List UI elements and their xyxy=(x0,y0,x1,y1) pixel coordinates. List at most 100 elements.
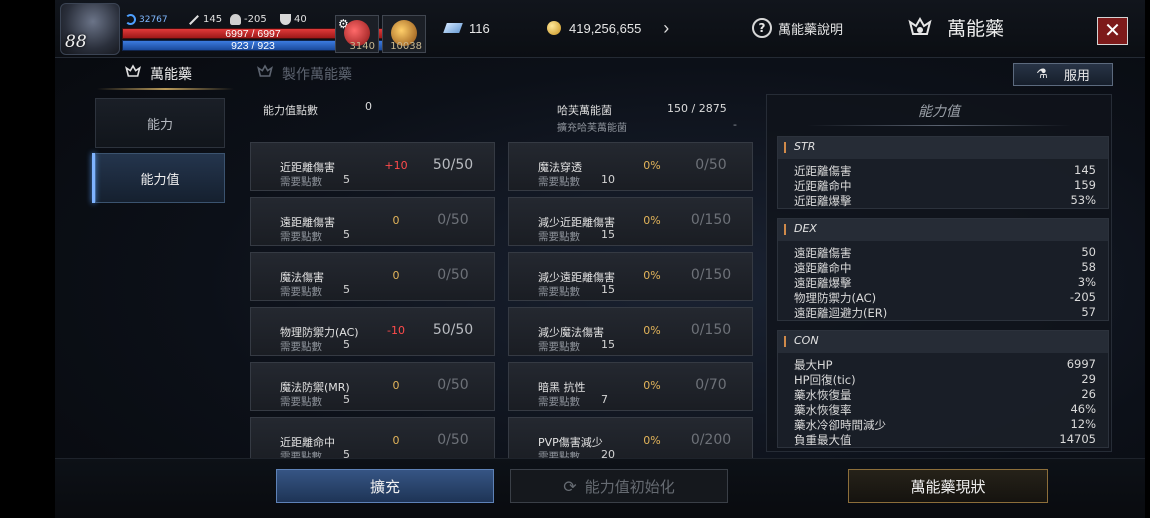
reset-stats-button[interactable]: ⟳ 能力值初始化 xyxy=(510,469,728,503)
stat-bonus: 0% xyxy=(643,324,661,337)
stat-row: 遠距離迴避力(ER) 57 xyxy=(794,305,1096,320)
stat-card[interactable]: 暗黑 抗性 需要點數 7 0% 0/70 xyxy=(508,362,753,411)
stat-name: 遠距離傷害 xyxy=(280,216,335,229)
tab-row: 萬能藥 製作萬能藥 ⚗ 服用 xyxy=(55,60,1145,90)
tab-craft-elixir[interactable]: 製作萬能藥 xyxy=(255,64,352,84)
stat-name: 近距離傷害 xyxy=(280,161,335,174)
chevron-right-icon[interactable]: › xyxy=(663,18,669,39)
required-points-value: 5 xyxy=(343,283,350,296)
help-button[interactable]: ? 萬能藥說明 xyxy=(752,18,843,38)
use-button[interactable]: ⚗ 服用 xyxy=(1013,63,1113,86)
swirl-icon xyxy=(125,14,136,25)
stat-name: 魔法防禦(MR) xyxy=(280,381,350,394)
close-button[interactable]: ✕ xyxy=(1097,17,1128,45)
section-name: DEX xyxy=(794,222,817,235)
expand-label: 哈芙萬能菌 xyxy=(557,104,612,117)
stat-progress: 50/50 xyxy=(432,322,474,338)
section-name: STR xyxy=(794,140,816,153)
craft-icon xyxy=(255,64,275,84)
expand-sub-value: - xyxy=(733,118,737,131)
nav-stats[interactable]: 能力值 xyxy=(92,153,225,203)
tab-elixir[interactable]: 萬能藥 xyxy=(123,64,192,84)
stat-progress: 50/50 xyxy=(432,157,474,173)
stat-section: DEX 遠距離傷害 50 遠距離命中 58 遠距離爆擊 3% 物理防禦力(AC) -205 遠距離… xyxy=(777,218,1109,321)
stat-card[interactable]: 減少近距離傷害 需要點數 15 0% 0/150 xyxy=(508,197,753,246)
stat-value: 29 xyxy=(1081,372,1096,386)
stat-value: -205 xyxy=(1069,290,1096,304)
right-letterbox xyxy=(1145,0,1150,518)
stat-bonus: 0 xyxy=(392,379,400,392)
stat-name: PVP傷害減少 xyxy=(538,436,603,449)
stat-key: 藥水冷卻時間減少 xyxy=(794,418,886,432)
stat-card[interactable]: 魔法傷害需要點數 5 0 0/50 xyxy=(250,252,495,301)
stat-progress: 0/50 xyxy=(437,267,469,283)
required-points-label: 需要點數 xyxy=(538,286,580,298)
stat-bonus: 0 xyxy=(392,269,400,282)
stat-card[interactable]: 減少遠距離傷害 需要點數 15 0% 0/150 xyxy=(508,252,753,301)
elixir-crest-icon xyxy=(907,16,933,40)
stat-row: 近距離傷害 145 xyxy=(794,163,1096,178)
stat-card[interactable]: 近距離傷害 需要點數 5 +10 50/50 xyxy=(250,142,495,191)
stat-card[interactable]: 魔法穿透 需要點數 10 0% 0/50 xyxy=(508,142,753,191)
stat-progress: 0/150 xyxy=(690,212,732,228)
required-points-label: 需要點數 xyxy=(280,396,322,408)
stat-key: 近距離爆擊 xyxy=(794,194,852,208)
stat-row: 近距離爆擊 53% xyxy=(794,193,1096,208)
stat-row: 負重最大值 14705 xyxy=(794,432,1096,447)
question-icon: ? xyxy=(752,18,772,38)
stat-card[interactable]: 減少魔法傷害 需要點數 15 0% 0/150 xyxy=(508,307,753,356)
stat-key: HP回復(tic) xyxy=(794,373,856,387)
required-points-value: 5 xyxy=(343,173,350,186)
stat-card[interactable]: 遠距離傷害 需要點數 5 0 0/50 xyxy=(250,197,495,246)
quick-slot-potion[interactable]: ⚙ 3140 xyxy=(335,15,379,53)
stat-value: 159 xyxy=(1074,178,1096,192)
sword-icon xyxy=(189,14,199,25)
stat-name: 魔法傷害 xyxy=(280,271,324,284)
stat-row: HP回復(tic) 29 xyxy=(794,372,1096,387)
section-header: DEX xyxy=(778,219,1108,241)
stat-key: 遠距離傷害 xyxy=(794,246,852,260)
helmet-icon xyxy=(230,14,241,25)
quick-slot-pouch[interactable]: 10038 xyxy=(382,15,426,53)
required-points-value: 5 xyxy=(343,393,350,406)
left-letterbox xyxy=(0,0,55,518)
required-points-value: 5 xyxy=(343,338,350,351)
expand-value: 150 / 2875 xyxy=(667,102,727,115)
title-divider xyxy=(807,125,1071,126)
required-points-value: 15 xyxy=(601,283,615,296)
stat-section: CON 最大HP 6997 HP回復(tic) 29 藥水恢復量 26 藥水恢復率 46% 藥水冷… xyxy=(777,330,1109,448)
stat-card[interactable]: 物理防禦力(AC) 需要點數 5 -10 50/50 xyxy=(250,307,495,356)
points-value: 0 xyxy=(365,100,372,113)
trophy-icon xyxy=(280,14,291,25)
stat-row: 遠距離爆擊 3% xyxy=(794,275,1096,290)
stat-bonus: 0% xyxy=(643,214,661,227)
gold-currency: 419,256,655 › xyxy=(547,16,669,40)
stat-value: 57 xyxy=(1081,305,1096,319)
required-points-value: 5 xyxy=(343,228,350,241)
top-hud: 88 32767 145 -205 40 6997 / 6997 923 / 9… xyxy=(55,0,1145,58)
mp-badge: 32767 xyxy=(125,14,168,25)
stat-value: 145 xyxy=(1074,163,1096,177)
section-marker xyxy=(784,336,786,347)
game-window: 88 32767 145 -205 40 6997 / 6997 923 / 9… xyxy=(55,0,1145,518)
expand-sub-label: 擴充哈芙萬能菌 xyxy=(557,123,627,134)
stat-key: 遠距離爆擊 xyxy=(794,276,852,290)
expand-button[interactable]: 擴充 xyxy=(276,469,494,503)
section-marker xyxy=(784,142,786,153)
nav-ability[interactable]: 能力 xyxy=(95,98,225,148)
stat-bonus: 0 xyxy=(392,434,400,447)
elixir-status-button[interactable]: 萬能藥現狀 xyxy=(848,469,1048,503)
stat-value: 46% xyxy=(1070,402,1096,416)
attack-stat: 145 xyxy=(188,14,222,25)
stat-name: 魔法穿透 xyxy=(538,161,582,174)
stat-progress: 0/50 xyxy=(437,432,469,448)
required-points-label: 需要點數 xyxy=(280,286,322,298)
coin-icon xyxy=(547,21,561,35)
stat-key: 藥水恢復量 xyxy=(794,388,852,402)
defense-stat: -205 xyxy=(230,14,267,25)
stat-key: 藥水恢復率 xyxy=(794,403,852,417)
stat-key: 近距離傷害 xyxy=(794,164,852,178)
stats-panel: 能力值 STR 近距離傷害 145 近距離命中 159 近距離爆擊 53% DEX 遠距離傷害 5… xyxy=(766,94,1112,452)
stat-name: 減少魔法傷害 xyxy=(538,326,604,339)
stat-card[interactable]: 魔法防禦(MR) 需要點數 5 0 0/50 xyxy=(250,362,495,411)
